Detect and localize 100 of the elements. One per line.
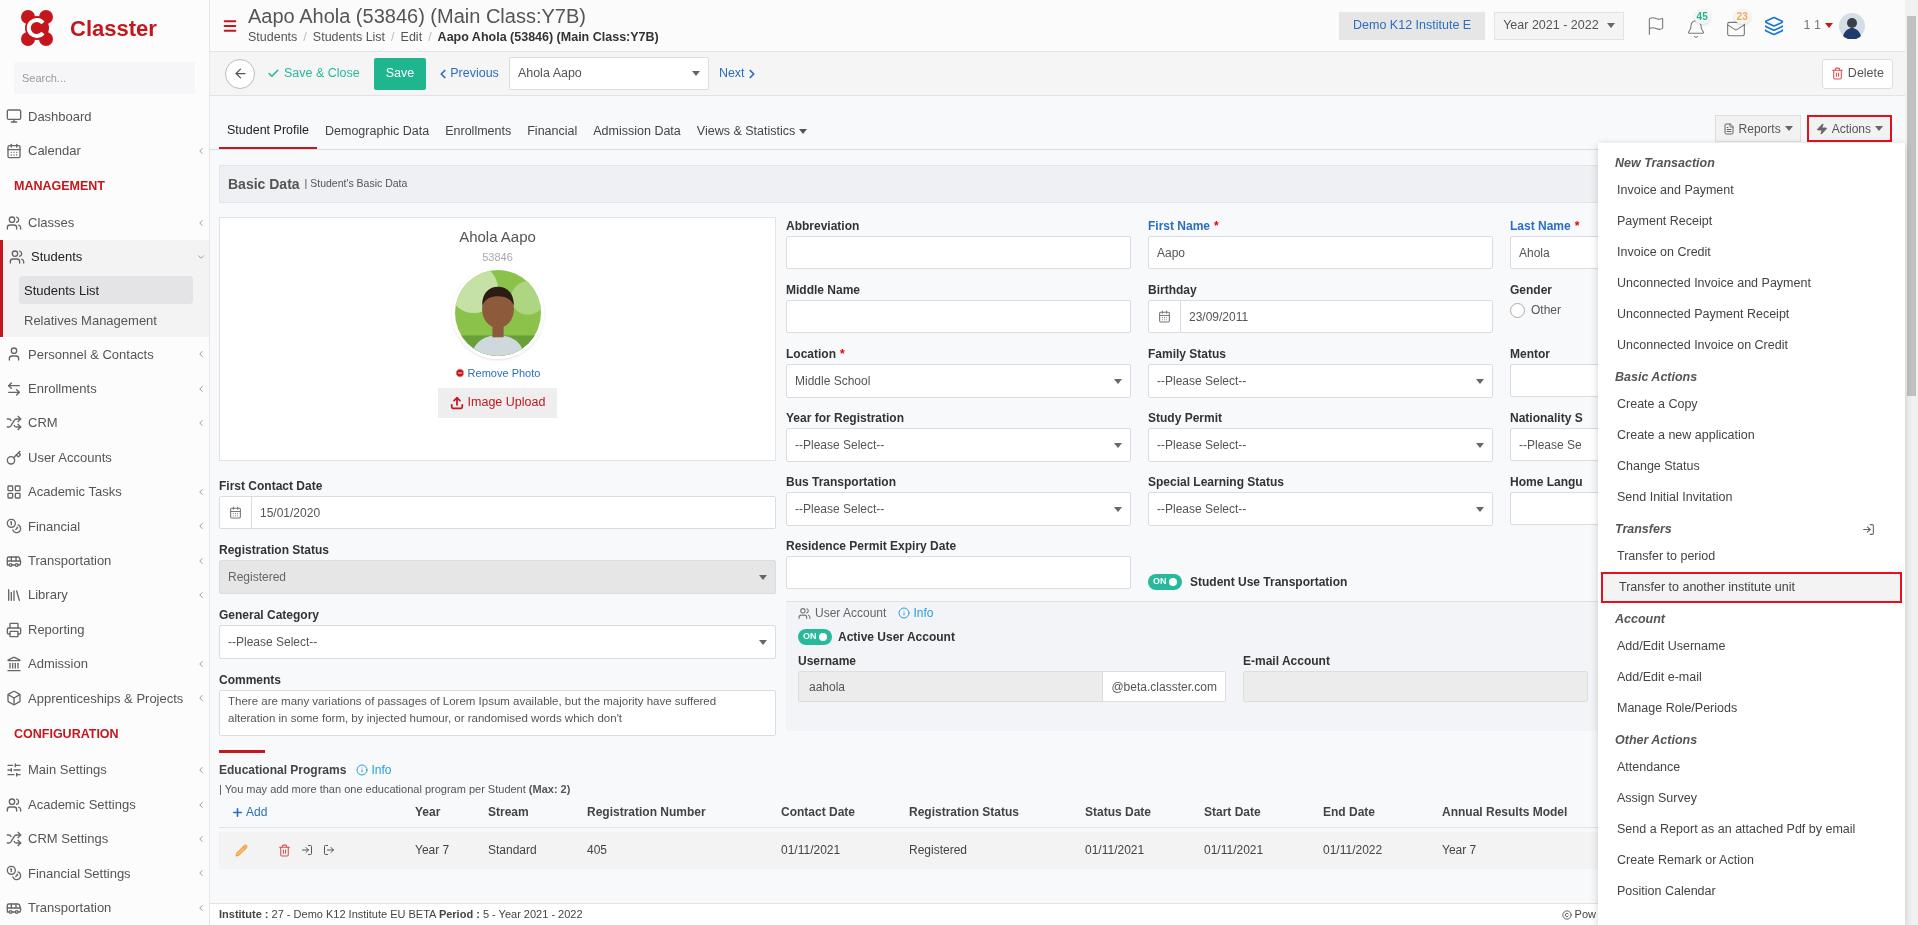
- select-field[interactable]: --Please Select--: [786, 428, 1131, 462]
- user-name[interactable]: 1 1: [1803, 16, 1821, 35]
- chevron-icon: [196, 590, 206, 601]
- menu-item[interactable]: Invoice and Payment: [1601, 175, 1902, 206]
- back-button[interactable]: [225, 58, 255, 89]
- breadcrumb-link[interactable]: Students List: [312, 28, 386, 47]
- delete-icon[interactable]: [278, 843, 291, 857]
- sidebar-item[interactable]: Enrollments: [0, 371, 209, 407]
- input-field[interactable]: [786, 556, 1131, 589]
- menu-item[interactable]: Add/Edit e-mail: [1601, 662, 1902, 693]
- next-link[interactable]: Next: [718, 64, 759, 83]
- toggle-label: Student Use Transportation: [1190, 574, 1348, 591]
- select-field[interactable]: Middle School: [786, 364, 1131, 398]
- sidebar-item[interactable]: CRM Settings: [0, 821, 209, 857]
- menu-item[interactable]: Create a Copy: [1601, 389, 1902, 420]
- sidebar-item[interactable]: CRM: [0, 406, 209, 441]
- avatar[interactable]: [1839, 12, 1865, 39]
- input-field[interactable]: [786, 300, 1131, 333]
- reports-button[interactable]: Reports: [1714, 115, 1801, 142]
- sidebar-item[interactable]: Personnel & Contacts: [0, 337, 209, 372]
- sidebar-item[interactable]: Transportation: [0, 543, 209, 578]
- menu-item[interactable]: Payment Receipt: [1601, 206, 1902, 237]
- menu-item[interactable]: Position Calendar: [1601, 876, 1902, 907]
- date-field[interactable]: 23/09/2011: [1148, 300, 1493, 333]
- sidebar-item[interactable]: Academic Settings: [0, 787, 209, 822]
- sidebar-item[interactable]: Financial Settings: [0, 856, 209, 891]
- email-field[interactable]: [1243, 671, 1588, 702]
- breadcrumb-link[interactable]: Students: [248, 28, 298, 47]
- previous-link[interactable]: Previous: [436, 64, 499, 83]
- date-field[interactable]: 15/01/2020: [219, 496, 776, 529]
- exit-icon[interactable]: [323, 844, 335, 856]
- remove-photo-link[interactable]: Remove Photo: [454, 365, 541, 382]
- menu-item[interactable]: Send Initial Invitation: [1601, 482, 1902, 513]
- sidebar-item[interactable]: Dashboard: [0, 99, 209, 134]
- menu-icon[interactable]: [222, 17, 238, 34]
- sidebar-item[interactable]: Students: [3, 239, 209, 275]
- select-field[interactable]: --Please Select--: [786, 492, 1131, 526]
- field-label: Gender: [1510, 282, 1553, 299]
- select-field[interactable]: --Please Select--: [1148, 364, 1493, 398]
- sidebar-item[interactable]: Admission: [0, 646, 209, 682]
- menu-item[interactable]: Unconnected Invoice and Payment: [1601, 268, 1902, 299]
- caret-icon: [799, 128, 808, 134]
- select-field[interactable]: --Please Select--: [219, 625, 776, 659]
- tab[interactable]: Financial: [519, 113, 586, 149]
- sidebar-item[interactable]: User Accounts: [0, 440, 209, 475]
- sidebar-item[interactable]: Academic Tasks: [0, 474, 209, 510]
- input-field[interactable]: Aapo: [1148, 236, 1493, 269]
- tab[interactable]: Demographic Data: [317, 113, 438, 149]
- username-field[interactable]: aahola @beta.classter.com: [798, 671, 1226, 702]
- menu-item[interactable]: Assign Survey: [1601, 783, 1902, 814]
- menu-item[interactable]: Add/Edit Username: [1601, 631, 1902, 662]
- tab[interactable]: Admission Data: [585, 113, 689, 149]
- year-select[interactable]: Year 2021 - 2022: [1494, 11, 1624, 40]
- image-upload-button[interactable]: Image Upload: [437, 387, 558, 418]
- edit-icon[interactable]: [235, 843, 248, 857]
- sidebar-item[interactable]: Reporting: [0, 612, 209, 647]
- menu-item[interactable]: Send a Report as an attached Pdf by email: [1601, 814, 1902, 845]
- input-field[interactable]: [1510, 492, 1600, 525]
- actions-button[interactable]: Actions: [1806, 115, 1892, 142]
- layers-icon[interactable]: [1763, 15, 1784, 36]
- comments-field[interactable]: There are many variations of passages of Lorem Ipsum available, but the majority have suffered alteration in some form, by injected humour, or randomised words which don't: [219, 690, 776, 736]
- sidebar-subitem[interactable]: Students List: [19, 276, 193, 305]
- input-field[interactable]: [1510, 364, 1600, 397]
- menu-item[interactable]: Unconnected Invoice on Credit: [1601, 330, 1902, 361]
- sidebar-item[interactable]: Financial: [0, 509, 209, 544]
- column-header: Contact Date: [781, 804, 856, 821]
- field-label: Residence Permit Expiry Date: [786, 538, 958, 555]
- tab[interactable]: Views & Statistics: [688, 113, 816, 149]
- menu-item[interactable]: Transfer to another institute unit: [1601, 572, 1902, 603]
- sidebar-item[interactable]: Library: [0, 578, 209, 613]
- bell-icon[interactable]: [1685, 18, 1706, 39]
- menu-item[interactable]: Change Status: [1601, 451, 1902, 482]
- menu-item[interactable]: Attendance: [1601, 752, 1902, 783]
- radio-button[interactable]: [1510, 302, 1525, 318]
- menu-item[interactable]: Transfer to period: [1601, 541, 1902, 572]
- scrollbar[interactable]: [1905, 0, 1918, 925]
- sidebar-subitem[interactable]: Relatives Management: [19, 306, 193, 335]
- input-field[interactable]: --Please Se: [1510, 428, 1600, 461]
- institute-button[interactable]: Demo K12 Institute E: [1339, 11, 1486, 40]
- menu-item[interactable]: Invoice on Credit: [1601, 237, 1902, 268]
- sidebar-item[interactable]: Main Settings: [0, 753, 209, 788]
- add-button[interactable]: Add: [231, 803, 268, 821]
- sidebar-item[interactable]: Apprenticeships & Projects: [0, 681, 209, 716]
- tab[interactable]: Student Profile: [219, 113, 317, 149]
- menu-item[interactable]: Create Remark or Action: [1601, 845, 1902, 876]
- sidebar-item[interactable]: Classes: [0, 205, 209, 240]
- input-field[interactable]: Ahola: [1510, 236, 1600, 269]
- input-field[interactable]: [786, 236, 1131, 269]
- select-field[interactable]: --Please Select--: [1148, 492, 1493, 526]
- enter-icon[interactable]: [301, 844, 313, 856]
- sidebar-item[interactable]: Transportation: [0, 890, 209, 925]
- menu-item[interactable]: Unconnected Payment Receipt: [1601, 299, 1902, 330]
- tab[interactable]: Enrollments: [437, 113, 520, 149]
- breadcrumb-link[interactable]: Edit: [400, 28, 423, 47]
- sidebar-item[interactable]: Calendar: [0, 133, 209, 168]
- menu-item[interactable]: Manage Role/Periods: [1601, 693, 1902, 724]
- record-select[interactable]: Ahola Aapo: [508, 57, 709, 90]
- select-field[interactable]: --Please Select--: [1148, 428, 1493, 462]
- menu-item[interactable]: Create a new application: [1601, 420, 1902, 451]
- delete-button[interactable]: Delete: [1821, 58, 1893, 89]
